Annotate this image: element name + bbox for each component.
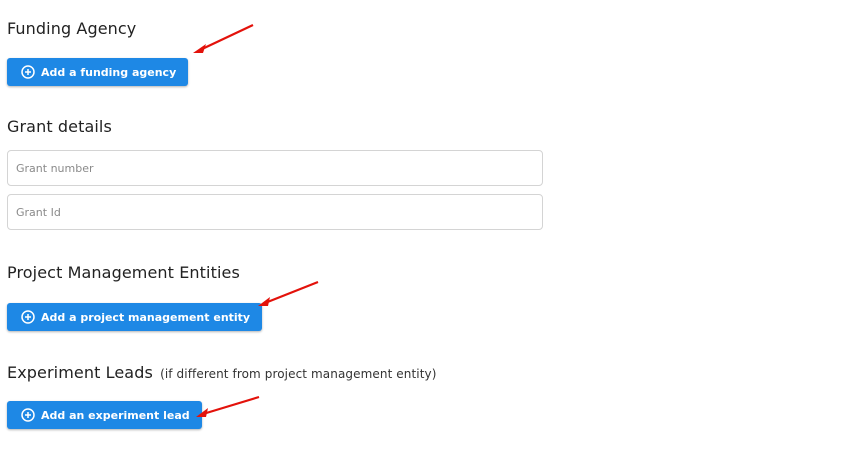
add-funding-agency-label: Add a funding agency	[41, 65, 177, 79]
add-project-management-entity-label: Add a project management entity	[41, 310, 251, 324]
plus-circle-icon	[21, 65, 35, 79]
experiment-leads-heading-text: Experiment Leads	[7, 363, 153, 382]
grant-number-field[interactable]	[7, 150, 543, 186]
funding-agency-heading: Funding Agency	[7, 19, 136, 38]
plus-circle-icon	[21, 408, 35, 422]
add-funding-agency-button[interactable]: Add a funding agency	[7, 58, 189, 86]
add-experiment-lead-button[interactable]: Add an experiment lead	[7, 401, 202, 429]
experiment-leads-heading: Experiment Leads (if different from proj…	[7, 363, 437, 382]
project-management-heading: Project Management Entities	[7, 263, 240, 282]
grant-details-heading: Grant details	[7, 117, 112, 136]
grant-details-heading-text: Grant details	[7, 117, 112, 136]
add-experiment-lead-label: Add an experiment lead	[41, 408, 190, 422]
project-management-heading-text: Project Management Entities	[7, 263, 240, 282]
plus-circle-icon	[21, 310, 35, 324]
red-arrow-icon	[193, 24, 254, 53]
red-arrow-icon	[258, 280, 319, 306]
experiment-leads-note: (if different from project management en…	[160, 367, 437, 381]
grant-id-field[interactable]	[7, 194, 543, 230]
add-project-management-entity-button[interactable]: Add a project management entity	[7, 303, 263, 331]
red-arrow-icon	[196, 395, 260, 417]
funding-agency-heading-text: Funding Agency	[7, 19, 137, 38]
